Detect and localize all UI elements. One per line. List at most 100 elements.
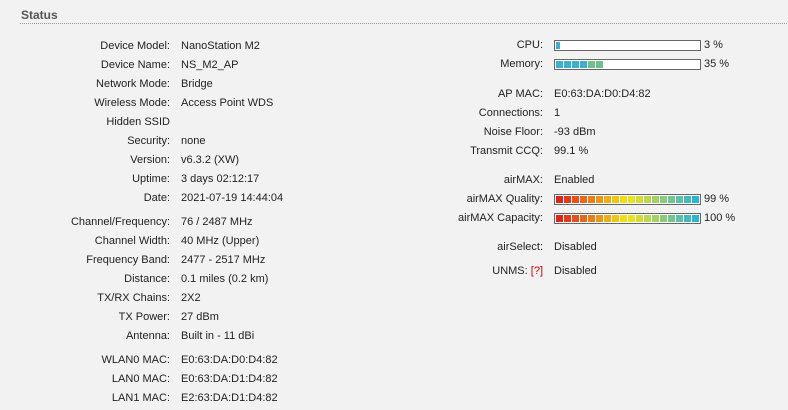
- unms-label-group: UNMS: [?]: [0, 263, 543, 279]
- bar-segment: [596, 61, 603, 68]
- airmax-value: Enabled: [554, 174, 595, 186]
- bar-segment: [676, 215, 683, 222]
- bar-segment: [604, 215, 611, 222]
- bar-segment: [604, 196, 611, 203]
- unms-value: Disabled: [554, 265, 597, 277]
- memory-label: Memory:: [500, 58, 543, 70]
- info-label: LAN1 MAC:: [111, 392, 170, 404]
- bar-segment: [556, 215, 563, 222]
- connections-value: 1: [554, 107, 561, 119]
- info-label: TX Power:: [118, 311, 170, 323]
- bar-segment: [636, 215, 643, 222]
- bar-segment: [644, 215, 651, 222]
- ap-mac-value: E0:63:DA:D0:D4:82: [554, 88, 651, 100]
- info-row: TX Power: 27 dBm: [0, 309, 400, 325]
- memory-percent: 35 %: [704, 58, 730, 70]
- bar-segment: [612, 215, 619, 222]
- bar-segment: [564, 61, 571, 68]
- connections-row: Connections: 1: [0, 105, 788, 121]
- info-label: Antenna:: [125, 330, 170, 342]
- cpu-label: CPU:: [516, 39, 543, 51]
- cpu-bar: [554, 40, 701, 51]
- info-value: 27 dBm: [181, 311, 219, 323]
- bar-segment: [652, 215, 659, 222]
- bar-segment: [652, 196, 659, 203]
- ap-mac-row: AP MAC: E0:63:DA:D0:D4:82: [0, 86, 788, 102]
- bar-segment: [572, 61, 579, 68]
- bar-segment: [580, 196, 587, 203]
- bar-segment: [620, 196, 627, 203]
- airmax-capacity-label: airMAX Capacity:: [458, 212, 543, 224]
- bar-segment: [692, 215, 699, 222]
- airmax-quality-percent: 99 %: [704, 193, 730, 205]
- info-label: LAN0 MAC:: [111, 373, 170, 385]
- airselect-row: airSelect: Disabled: [0, 239, 788, 255]
- cpu-bar-fill: [556, 42, 560, 49]
- bar-segment: [564, 215, 571, 222]
- noise-floor-label: Noise Floor:: [483, 126, 543, 138]
- bar-segment: [556, 61, 563, 68]
- bar-segment: [620, 215, 627, 222]
- title-divider: [20, 23, 788, 24]
- airmax-quality-bar: [554, 194, 701, 205]
- bar-segment: [580, 61, 587, 68]
- ap-mac-label: AP MAC:: [497, 88, 543, 100]
- info-value: 2X2: [181, 292, 201, 304]
- bar-segment: [684, 215, 691, 222]
- memory-row: Memory: 35 %: [0, 56, 788, 72]
- transmit-ccq-value: 99.1 %: [554, 145, 589, 157]
- info-label: WLAN0 MAC:: [101, 354, 170, 366]
- bar-segment: [588, 61, 595, 68]
- bar-segment: [572, 215, 579, 222]
- airselect-value: Disabled: [554, 241, 597, 253]
- unms-row: UNMS: [?] Disabled: [0, 263, 788, 279]
- airmax-label: airMAX:: [503, 174, 543, 186]
- memory-bar: [554, 59, 701, 70]
- info-value: Built in - 11 dBi: [181, 330, 255, 342]
- bar-segment: [596, 215, 603, 222]
- airmax-capacity-bar: [554, 213, 701, 224]
- bar-segment: [692, 196, 699, 203]
- bar-segment: [684, 196, 691, 203]
- cpu-percent: 3 %: [704, 39, 723, 51]
- page-title: Status: [21, 8, 58, 22]
- bar-segment: [556, 196, 563, 203]
- info-row: LAN1 MAC: E2:63:DA:D1:D4:82: [0, 390, 400, 406]
- bar-segment: [636, 196, 643, 203]
- bar-segment: [596, 196, 603, 203]
- bar-segment: [588, 215, 595, 222]
- bar-segment: [564, 196, 571, 203]
- bar-segment: [580, 215, 587, 222]
- unms-label: UNMS:: [492, 265, 528, 277]
- airmax-capacity-row: airMAX Capacity: 100 %: [0, 210, 788, 226]
- bar-segment: [668, 215, 675, 222]
- unms-help-link[interactable]: [?]: [531, 265, 543, 277]
- info-value: E2:63:DA:D1:D4:82: [181, 392, 278, 404]
- bar-segment: [628, 215, 635, 222]
- info-row: TX/RX Chains: 2X2: [0, 290, 400, 306]
- noise-floor-value: -93 dBm: [554, 126, 596, 138]
- info-row: WLAN0 MAC: E0:63:DA:D0:D4:82: [0, 352, 400, 368]
- bar-segment: [644, 196, 651, 203]
- bar-segment: [572, 196, 579, 203]
- status-header: Status: [0, 0, 788, 24]
- bar-segment: [660, 196, 667, 203]
- cpu-row: CPU: 3 %: [0, 37, 788, 53]
- bar-segment: [588, 196, 595, 203]
- info-row: LAN0 MAC: E0:63:DA:D1:D4:82: [0, 371, 400, 387]
- airmax-quality-row: airMAX Quality: 99 %: [0, 191, 788, 207]
- airmax-quality-label: airMAX Quality:: [466, 193, 543, 205]
- info-value: E0:63:DA:D1:D4:82: [181, 373, 278, 385]
- transmit-ccq-label: Transmit CCQ:: [470, 145, 543, 157]
- info-label: TX/RX Chains:: [97, 292, 170, 304]
- airselect-label: airSelect:: [497, 241, 543, 253]
- info-row: Antenna: Built in - 11 dBi: [0, 328, 400, 344]
- bar-segment: [668, 196, 675, 203]
- airmax-row: airMAX: Enabled: [0, 172, 788, 188]
- bar-segment: [676, 196, 683, 203]
- connections-label: Connections:: [478, 107, 543, 119]
- airmax-capacity-percent: 100 %: [704, 212, 736, 224]
- transmit-ccq-row: Transmit CCQ: 99.1 %: [0, 143, 788, 159]
- bar-segment: [660, 215, 667, 222]
- bar-segment: [612, 196, 619, 203]
